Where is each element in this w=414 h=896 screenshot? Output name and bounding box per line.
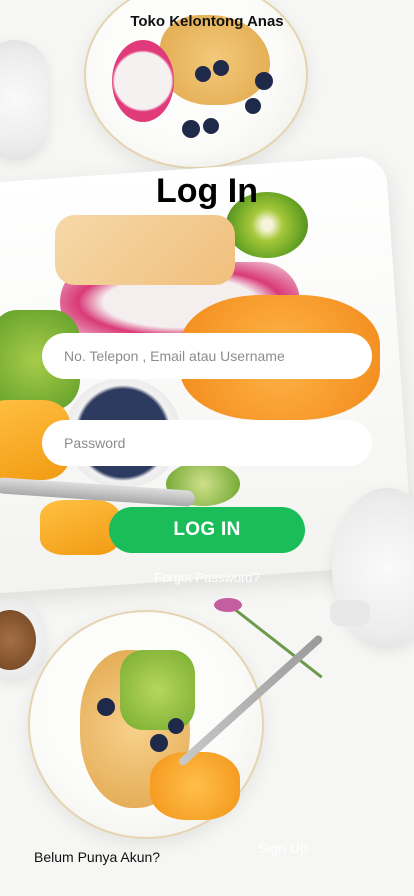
flower [214,598,242,612]
blueberry [168,718,184,734]
blueberry [255,72,273,90]
page-title: Log In [156,172,258,210]
blueberry [203,118,219,134]
forgot-password-link[interactable]: Forgot Password? [0,570,414,585]
teapot-spout [330,600,370,626]
blueberry [213,60,229,76]
blueberry [245,98,261,114]
dragonfruit-slice [112,40,174,122]
username-input[interactable] [42,333,372,379]
password-input[interactable] [42,420,372,466]
blueberry [195,66,211,82]
blueberry [150,734,168,752]
pineapple-chunks [55,215,235,285]
blueberry [182,120,200,138]
kiwi-topping [120,650,195,730]
mango-slices-bottom [40,500,120,555]
signup-link[interactable]: Sign Up [258,840,308,856]
no-account-label: Belum Punya Akun? [34,849,161,865]
blueberry [97,698,115,716]
login-button[interactable]: LOG IN [109,507,305,553]
shop-name: Toko Kelontong Anas [130,13,284,30]
top-left-cup [0,40,48,160]
orange-wedges [150,752,240,820]
